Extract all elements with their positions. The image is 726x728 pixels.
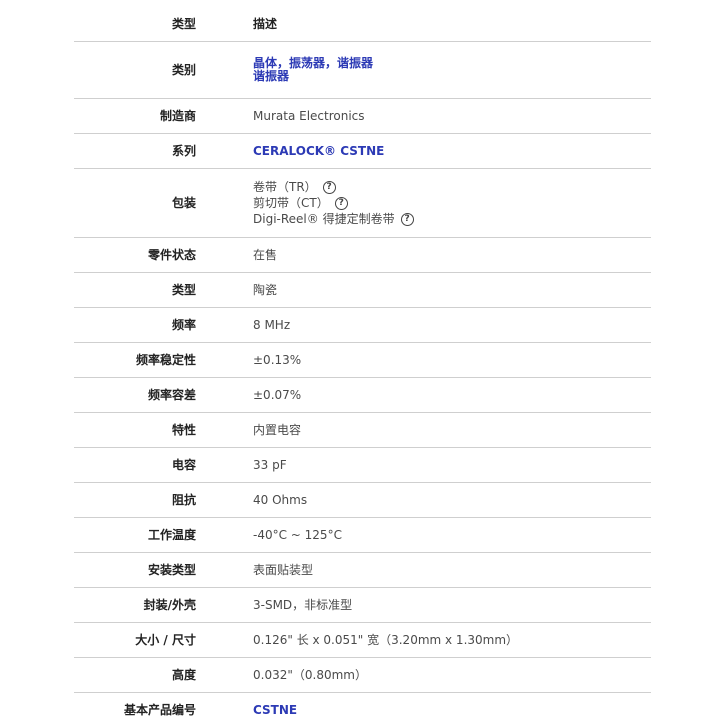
row-label: 制造商: [159, 108, 196, 123]
table-row-series: 系列 CERALOCK® CSTNE: [74, 134, 651, 169]
packaging-option-label: 卷带（TR）: [253, 179, 317, 194]
table-row-impedance: 阻抗 40 Ohms: [74, 483, 651, 518]
table-row-packaging: 包装 卷带（TR） ? 剪切带（CT） ? Digi-Reel® 得捷定制卷带 …: [74, 169, 651, 238]
features-value: 内置电容: [253, 422, 302, 437]
table-row-category: 类别 晶体，振荡器，谐振器 谐振器: [74, 42, 651, 99]
series-link[interactable]: CERALOCK® CSTNE: [253, 144, 384, 159]
row-label: 高度: [171, 667, 196, 682]
row-label: 频率稳定性: [135, 352, 196, 367]
row-label: 封装/外壳: [143, 597, 196, 612]
frequency-tolerance-value: ±0.07%: [253, 387, 302, 402]
table-row-manufacturer: 制造商 Murata Electronics: [74, 99, 651, 134]
category-link-line-2[interactable]: 谐振器: [253, 70, 373, 83]
capacitance-value: 33 pF: [253, 457, 287, 472]
header-description-label: 描述: [253, 16, 278, 31]
row-label: 基本产品编号: [123, 703, 196, 717]
package-case-value: 3-SMD，非标准型: [253, 597, 353, 612]
frequency-value: 8 MHz: [253, 317, 291, 332]
table-row-frequency-stability: 频率稳定性 ±0.13%: [74, 343, 651, 378]
part-status-value: 在售: [253, 247, 278, 262]
packaging-option-label: Digi-Reel® 得捷定制卷带: [253, 211, 395, 226]
operating-temperature-value: -40°C ~ 125°C: [253, 527, 342, 542]
row-label: 阻抗: [171, 492, 196, 507]
question-circle-icon[interactable]: ?: [334, 196, 348, 210]
table-row-type: 类型 陶瓷: [74, 273, 651, 308]
height-value: 0.032"（0.80mm）: [253, 667, 367, 682]
row-label: 特性: [171, 422, 196, 437]
base-product-number-link[interactable]: CSTNE: [253, 703, 297, 718]
row-label: 系列: [171, 143, 196, 158]
table-row-capacitance: 电容 33 pF: [74, 448, 651, 483]
question-circle-icon[interactable]: ?: [322, 180, 336, 194]
packaging-value: 卷带（TR） ? 剪切带（CT） ? Digi-Reel® 得捷定制卷带 ?: [253, 179, 414, 227]
table-row-package-case: 封装/外壳 3-SMD，非标准型: [74, 588, 651, 623]
row-label: 频率: [171, 317, 196, 332]
table-row-size-dimension: 大小 / 尺寸 0.126" 长 x 0.051" 宽（3.20mm x 1.3…: [74, 623, 651, 658]
table-row-part-status: 零件状态 在售: [74, 238, 651, 273]
row-label: 零件状态: [147, 247, 196, 262]
row-label: 电容: [171, 457, 196, 472]
table-row-frequency: 频率 8 MHz: [74, 308, 651, 343]
packaging-option-tr: 卷带（TR） ?: [253, 179, 414, 195]
table-row-frequency-tolerance: 频率容差 ±0.07%: [74, 378, 651, 413]
mounting-type-value: 表面贴装型: [253, 562, 314, 577]
row-label: 包装: [171, 195, 196, 210]
packaging-option-digireel: Digi-Reel® 得捷定制卷带 ?: [253, 211, 414, 227]
manufacturer-value: Murata Electronics: [253, 108, 365, 123]
table-row-base-product-number: 基本产品编号 CSTNE: [74, 693, 651, 728]
table-row-height: 高度 0.032"（0.80mm）: [74, 658, 651, 693]
frequency-stability-value: ±0.13%: [253, 352, 302, 367]
packaging-option-label: 剪切带（CT）: [253, 195, 329, 210]
row-label: 安装类型: [147, 562, 196, 577]
table-row-operating-temperature: 工作温度 -40°C ~ 125°C: [74, 518, 651, 553]
row-label: 类别: [171, 62, 196, 77]
row-label: 大小 / 尺寸: [135, 632, 196, 647]
question-circle-icon[interactable]: ?: [400, 212, 414, 226]
header-type-label: 类型: [171, 16, 196, 31]
row-label: 频率容差: [147, 387, 196, 402]
table-header-row: 类型 描述: [74, 7, 651, 42]
table-row-features: 特性 内置电容: [74, 413, 651, 448]
size-dimension-value: 0.126" 长 x 0.051" 宽（3.20mm x 1.30mm）: [253, 632, 519, 647]
type-value: 陶瓷: [253, 282, 278, 297]
table-row-mounting-type: 安装类型 表面贴装型: [74, 553, 651, 588]
row-label: 工作温度: [147, 527, 196, 542]
packaging-option-ct: 剪切带（CT） ?: [253, 195, 414, 211]
category-value: 晶体，振荡器，谐振器 谐振器: [253, 57, 373, 83]
row-label: 类型: [171, 282, 196, 297]
impedance-value: 40 Ohms: [253, 492, 308, 507]
product-attributes-table: 类型 描述 类别 晶体，振荡器，谐振器 谐振器 制造商 Murata Elect…: [74, 7, 651, 728]
